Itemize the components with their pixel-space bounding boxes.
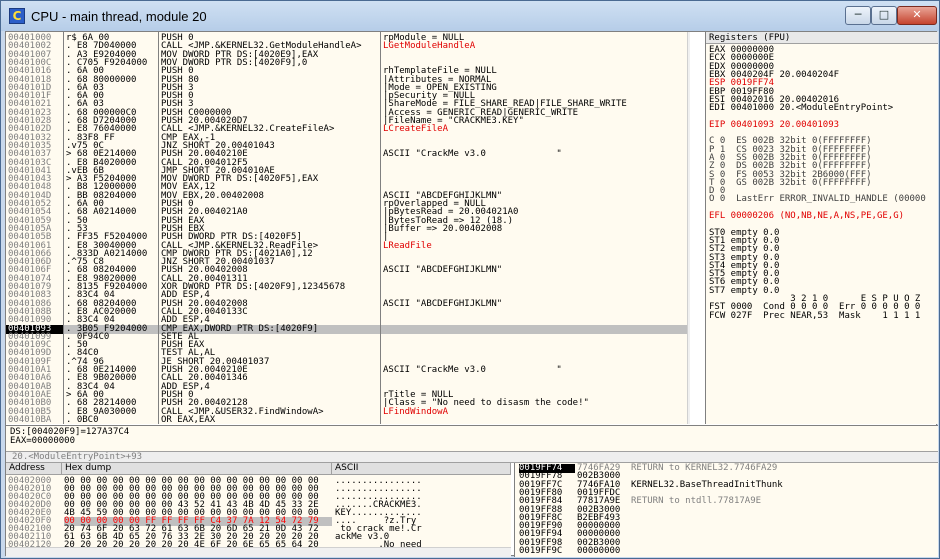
dump-address: 00402120 bbox=[8, 540, 52, 550]
instruction-comment: ASCII "CrackMe v3.0 " bbox=[383, 149, 562, 160]
minimize-button[interactable]: ─ bbox=[845, 6, 871, 25]
dump-ascii: .No need bbox=[335, 540, 422, 550]
stack-comment: RETURN to ntdll.77817A9E bbox=[631, 496, 762, 507]
instruction-comment: LReadFile bbox=[383, 240, 432, 251]
app-icon: C bbox=[9, 8, 25, 24]
stack-pane[interactable]: 0019FF74 7746FA29 RETURN to KERNEL32.7746F… bbox=[514, 463, 938, 557]
stack-address: 0019FF9C bbox=[519, 546, 563, 556]
window-title: CPU - main thread, module 20 bbox=[31, 9, 207, 24]
debugger-window: C CPU - main thread, module 20 ─ □ ✕ ▲ ▼… bbox=[0, 0, 940, 559]
maximize-button[interactable]: □ bbox=[871, 6, 897, 25]
stack-comment: RETURN to KERNEL32.7746FA29 bbox=[631, 463, 778, 473]
instruction-comment: LGetModuleHandleA bbox=[383, 41, 476, 52]
title-bar[interactable]: C CPU - main thread, module 20 ─ □ ✕ bbox=[1, 1, 939, 31]
register-line: EDI 00401000 20.<ModuleEntryPoint> bbox=[709, 103, 894, 114]
register-line: EFL 00000206 (NO,NB,NE,A,NS,PE,GE,G) bbox=[709, 211, 905, 221]
close-button[interactable]: ✕ bbox=[897, 6, 937, 25]
disassembly-scrollbar[interactable]: ▲ ▼ bbox=[687, 32, 690, 424]
register-line: FCW 027F Prec NEAR,53 Mask 1 1 1 1 bbox=[709, 310, 921, 321]
register-line: O 0 LastErr ERROR_INVALID_HANDLE (00000 bbox=[709, 194, 926, 205]
instruction-address: 004010BA bbox=[8, 414, 52, 424]
dump-header-address[interactable]: Address bbox=[6, 463, 62, 475]
status-line: 20.<ModuleEntryPoint>+93 bbox=[6, 451, 938, 463]
cpu-client: ▲ ▼ 00401000r$ 6A 00PUSH 0rpModule = NUL… bbox=[5, 31, 938, 557]
register-line: EIP 00401093 20.00401093 bbox=[709, 119, 840, 130]
dump-hex: 20 20 20 20 20 20 20 20 4E 6F 20 6E 65 6… bbox=[64, 540, 319, 550]
instruction-hex: . 0BC0 bbox=[66, 414, 99, 424]
registers-pane[interactable]: Registers (FPU) EAX 00000000 ECX 0000000E… bbox=[705, 32, 938, 424]
instruction-comment: ASCII "CrackMe v3.0 " bbox=[383, 365, 562, 375]
instruction-disasm: OR EAX,EAX bbox=[161, 414, 216, 424]
disassembly-pane[interactable]: ▲ ▼ 00401000r$ 6A 00PUSH 0rpModule = NUL… bbox=[6, 32, 690, 424]
instruction-comment: LFindWindowA bbox=[383, 406, 449, 417]
info-line: EAX=00000000 bbox=[10, 436, 76, 446]
instruction-comment: ASCII "ABCDEFGHIJKLMN" bbox=[383, 265, 503, 276]
dump-pane[interactable]: Address Hex dump ASCII 00402000 00 00 00 … bbox=[6, 463, 511, 557]
info-pane: DS:[004020F9]=127A37C4 EAX=00000000 bbox=[6, 425, 938, 451]
dump-header-ascii[interactable]: ASCII bbox=[332, 463, 511, 475]
dump-header-hex[interactable]: Hex dump bbox=[62, 463, 332, 475]
registers-header: Registers (FPU) bbox=[706, 32, 938, 44]
instruction-comment: ASCII "ABCDEFGHIJKLMN" bbox=[383, 298, 503, 309]
dump-header: Address Hex dump ASCII bbox=[6, 463, 511, 475]
instruction-comment: LCreateFileA bbox=[383, 124, 449, 135]
stack-value: 00000000 bbox=[577, 546, 621, 556]
stack-comment: KERNEL32.BaseThreadInitThunk bbox=[631, 479, 783, 490]
